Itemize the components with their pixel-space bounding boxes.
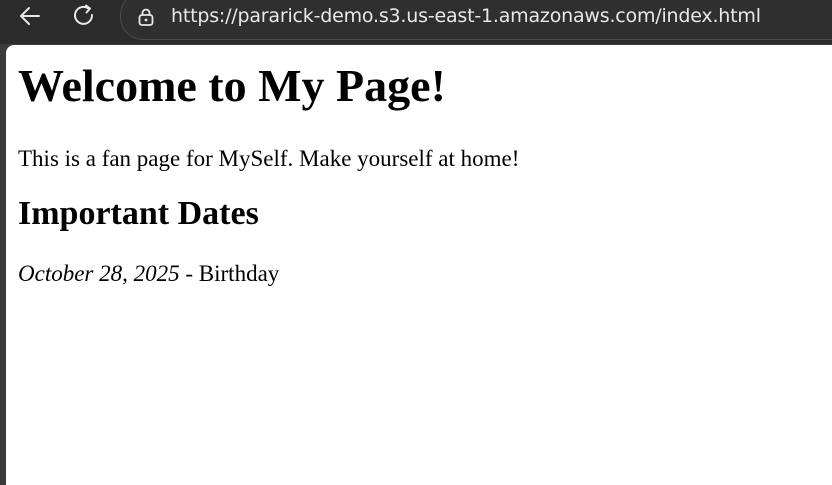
page-content: Welcome to My Page! This is a fan page f…	[6, 45, 832, 288]
address-bar[interactable]: https://pararick-demo.s3.us-east-1.amazo…	[120, 0, 832, 40]
lock-icon	[138, 8, 154, 26]
reload-button[interactable]	[70, 2, 98, 30]
url-text[interactable]: https://pararick-demo.s3.us-east-1.amazo…	[171, 5, 761, 27]
arrow-left-icon	[20, 7, 40, 25]
date-value: October 28, 2025	[18, 261, 180, 286]
browser-toolbar: https://pararick-demo.s3.us-east-1.amazo…	[0, 0, 832, 44]
page-viewport: Welcome to My Page! This is a fan page f…	[6, 45, 832, 485]
reload-icon	[74, 4, 94, 25]
site-info-button[interactable]	[135, 6, 157, 28]
intro-paragraph: This is a fan page for MySelf. Make your…	[18, 146, 520, 171]
date-entry: October 28, 2025 - Birthday	[18, 260, 832, 288]
section-heading: Important Dates	[18, 195, 259, 232]
date-event: Birthday	[198, 261, 280, 286]
back-button[interactable]	[16, 2, 44, 30]
page-title: Welcome to My Page!	[18, 60, 446, 111]
date-separator: -	[179, 261, 199, 286]
